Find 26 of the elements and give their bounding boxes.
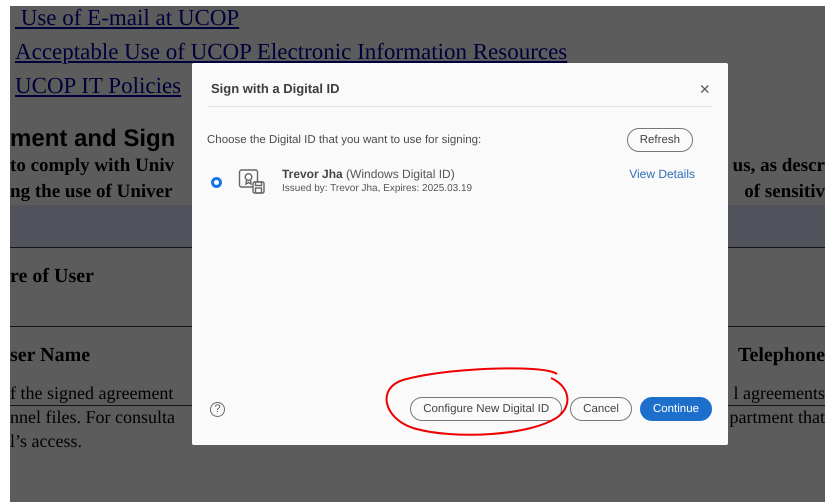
digital-id-name: Trevor Jha (Windows Digital ID) (282, 167, 456, 181)
document-text: f the signed agreement (10, 382, 174, 405)
document-text: to comply with Univ (10, 154, 174, 178)
certificate-icon (238, 167, 266, 195)
digital-id-details: Issued by: Trevor Jha, Expires: 2025.03.19 (282, 183, 474, 194)
document-text: us, as descr (732, 154, 825, 178)
view-details-link[interactable]: View Details (629, 167, 695, 181)
document-heading: ment and Sign (10, 125, 176, 153)
section-label: re of User (10, 264, 94, 288)
prompt-text: Choose the Digital ID that you want to use for signing: (207, 134, 482, 146)
section-label: ser Name (10, 343, 90, 367)
close-button[interactable]: × (697, 79, 712, 100)
document-text: l’s access. (10, 430, 82, 453)
refresh-button[interactable]: Refresh (626, 128, 693, 152)
document-text: l agreements (734, 382, 825, 405)
document-text: ng the use of Univer (10, 180, 173, 204)
section-label: Telephone (738, 343, 825, 367)
radio-button[interactable] (211, 177, 222, 188)
document-text: nnel files. For consulta (10, 406, 175, 429)
document-text: partment that (730, 406, 825, 429)
dialog-title: Sign with a Digital ID (210, 81, 340, 96)
document-text: of sensitiv (744, 180, 825, 204)
dialog-button[interactable]: Configure New Digital ID (410, 397, 562, 421)
help-icon[interactable]: ? (210, 402, 225, 416)
dialog-button[interactable]: Cancel (570, 397, 632, 421)
dialog-button[interactable]: Continue (640, 397, 712, 421)
